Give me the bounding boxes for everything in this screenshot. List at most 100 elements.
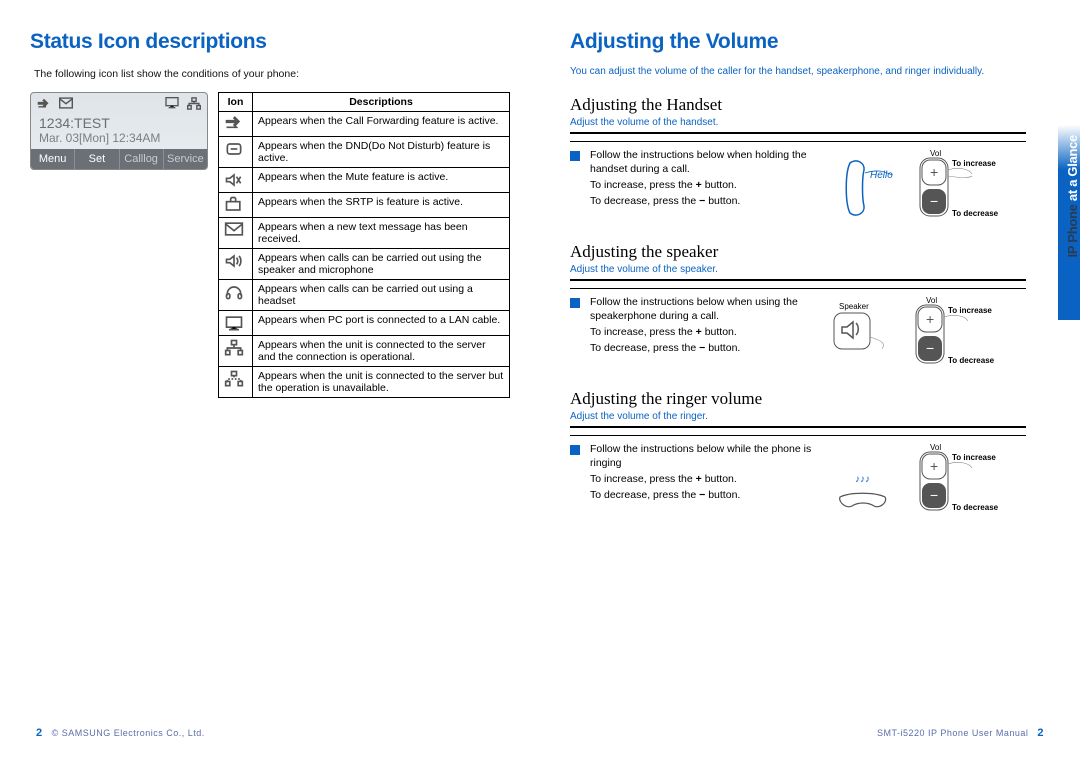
note-ringer: Adjust the volume of the ringer. bbox=[570, 411, 1026, 422]
dec-label: To decrease bbox=[948, 356, 995, 365]
rule bbox=[570, 279, 1026, 289]
cell-desc: Appears when PC port is connected to a L… bbox=[253, 311, 510, 336]
left-footer-text: © SAMSUNG Electronics Co., Ltd. bbox=[52, 728, 205, 738]
speaker-label: Speaker bbox=[839, 302, 869, 311]
lcd-line1: 1234:TEST bbox=[31, 113, 207, 131]
inc-label: To increase bbox=[948, 306, 992, 315]
table-row: Appears when the DND(Do Not Disturb) fea… bbox=[219, 137, 510, 168]
dec-label: To decrease bbox=[952, 503, 999, 512]
line1: Follow the instructions below while the … bbox=[590, 442, 820, 470]
bullet-icon bbox=[570, 298, 580, 308]
cell-desc: Appears when a new text message has been… bbox=[253, 218, 510, 249]
softkey-calllog: Calllog bbox=[120, 149, 164, 169]
h-handset: Adjusting the Handset bbox=[570, 95, 1026, 115]
cell-desc: Appears when the DND(Do Not Disturb) fea… bbox=[253, 137, 510, 168]
rule bbox=[570, 132, 1026, 142]
graphic-ringer: ♪♪♪ + − Vol To increase To decrease bbox=[830, 442, 1026, 512]
table-row: Appears when calls can be carried out us… bbox=[219, 280, 510, 311]
svg-text:−: − bbox=[930, 487, 938, 503]
cell-desc: Appears when the Call Forwarding feature… bbox=[253, 112, 510, 137]
line1: Follow the instructions below when holdi… bbox=[590, 148, 820, 176]
section-ringer: Adjusting the ringer volume Adjust the v… bbox=[570, 389, 1026, 512]
table-row: Appears when a new text message has been… bbox=[219, 218, 510, 249]
h-speaker: Adjusting the speaker bbox=[570, 242, 1026, 262]
svg-text:−: − bbox=[926, 340, 934, 356]
section-handset: Adjusting the Handset Adjust the volume … bbox=[570, 95, 1026, 218]
icon-description-table: Ion Descriptions Appears when the Call F… bbox=[218, 92, 510, 398]
lcd-line2: Mar. 03[Mon] 12:34AM bbox=[31, 131, 207, 149]
right-intro: You can adjust the volume of the caller … bbox=[570, 66, 1050, 77]
lcd-status-icons-row bbox=[31, 93, 207, 113]
dec-line: To decrease, press the − button. bbox=[590, 489, 740, 501]
pc-port-icon bbox=[219, 311, 253, 336]
section-tab-label: IP Phone at a Glance bbox=[1065, 135, 1080, 257]
right-title: Adjusting the Volume bbox=[570, 30, 1050, 54]
phone-lcd-wrap: 1234:TEST Mar. 03[Mon] 12:34AM Menu Set … bbox=[30, 92, 208, 398]
svg-text:+: + bbox=[926, 311, 934, 327]
speaker-icon bbox=[219, 249, 253, 280]
lcd-softkeys: Menu Set Calllog Service bbox=[31, 149, 207, 169]
headset-icon bbox=[219, 280, 253, 311]
envelope-icon bbox=[59, 97, 73, 111]
phone-lcd: 1234:TEST Mar. 03[Mon] 12:34AM Menu Set … bbox=[30, 92, 208, 170]
cell-desc: Appears when calls can be carried out us… bbox=[253, 249, 510, 280]
inst-row: Follow the instructions below while the … bbox=[570, 442, 1026, 512]
message-icon bbox=[219, 218, 253, 249]
network-fail-icon bbox=[219, 367, 253, 398]
bullet-icon bbox=[570, 151, 580, 161]
inst-row: Follow the instructions below when holdi… bbox=[570, 148, 1026, 218]
monitor-icon bbox=[165, 97, 179, 111]
cell-desc: Appears when the Mute feature is active. bbox=[253, 168, 510, 193]
dec-line: To decrease, press the − button. bbox=[590, 342, 740, 354]
srtp-icon bbox=[219, 193, 253, 218]
table-row: Appears when the Call Forwarding feature… bbox=[219, 112, 510, 137]
network-icon bbox=[187, 97, 201, 111]
dec-line: To decrease, press the − button. bbox=[590, 195, 740, 207]
inc-line: To increase, press the + button. bbox=[590, 326, 737, 338]
softkey-menu: Menu bbox=[31, 149, 75, 169]
rule bbox=[570, 426, 1026, 436]
svg-text:−: − bbox=[930, 193, 938, 209]
left-footer: 2 © SAMSUNG Electronics Co., Ltd. bbox=[30, 727, 205, 739]
ring-marks: ♪♪♪ bbox=[855, 474, 870, 485]
svg-text:+: + bbox=[930, 164, 938, 180]
table-row: Appears when PC port is connected to a L… bbox=[219, 311, 510, 336]
inc-label: To increase bbox=[952, 159, 996, 168]
cell-desc: Appears when calls can be carried out us… bbox=[253, 280, 510, 311]
inst-text: Follow the instructions below while the … bbox=[590, 442, 820, 504]
left-intro: The following icon list show the conditi… bbox=[34, 68, 510, 80]
graphic-speaker: Speaker + − Vol To increase To decrease bbox=[826, 295, 1026, 365]
inst-row: Follow the instructions below when using… bbox=[570, 295, 1026, 365]
vol-label: Vol bbox=[930, 443, 941, 452]
cell-desc: Appears when the unit is connected to th… bbox=[253, 336, 510, 367]
cell-desc: Appears when the unit is connected to th… bbox=[253, 367, 510, 398]
section-speaker: Adjusting the speaker Adjust the volume … bbox=[570, 242, 1026, 365]
inst-text: Follow the instructions below when holdi… bbox=[590, 148, 820, 210]
left-page: Status Icon descriptions The following i… bbox=[0, 0, 540, 761]
cell-desc: Appears when the SRTP is feature is acti… bbox=[253, 193, 510, 218]
inc-line: To increase, press the + button. bbox=[590, 179, 737, 191]
dnd-icon bbox=[219, 137, 253, 168]
forward-icon bbox=[37, 97, 51, 111]
svg-text:+: + bbox=[930, 458, 938, 474]
note-handset: Adjust the volume of the handset. bbox=[570, 117, 1026, 128]
page-spread: Status Icon descriptions The following i… bbox=[0, 0, 1080, 761]
left-columns: 1234:TEST Mar. 03[Mon] 12:34AM Menu Set … bbox=[30, 92, 510, 398]
table-row: Appears when calls can be carried out us… bbox=[219, 249, 510, 280]
inst-text: Follow the instructions below when using… bbox=[590, 295, 816, 357]
right-page: Adjusting the Volume You can adjust the … bbox=[540, 0, 1080, 761]
left-page-number: 2 bbox=[36, 727, 43, 739]
table-row: Appears when the Mute feature is active. bbox=[219, 168, 510, 193]
th-desc: Descriptions bbox=[253, 93, 510, 112]
h-ringer: Adjusting the ringer volume bbox=[570, 389, 1026, 409]
vol-label: Vol bbox=[930, 149, 941, 158]
bullet-icon bbox=[570, 445, 580, 455]
line1: Follow the instructions below when using… bbox=[590, 295, 816, 323]
mute-icon bbox=[219, 168, 253, 193]
vol-label: Vol bbox=[926, 296, 937, 305]
inc-line: To increase, press the + button. bbox=[590, 473, 737, 485]
dec-label: To decrease bbox=[952, 209, 999, 218]
right-footer-text: SMT-i5220 IP Phone User Manual bbox=[877, 728, 1028, 738]
right-footer: SMT-i5220 IP Phone User Manual 2 bbox=[877, 727, 1050, 739]
right-page-number: 2 bbox=[1037, 727, 1044, 739]
